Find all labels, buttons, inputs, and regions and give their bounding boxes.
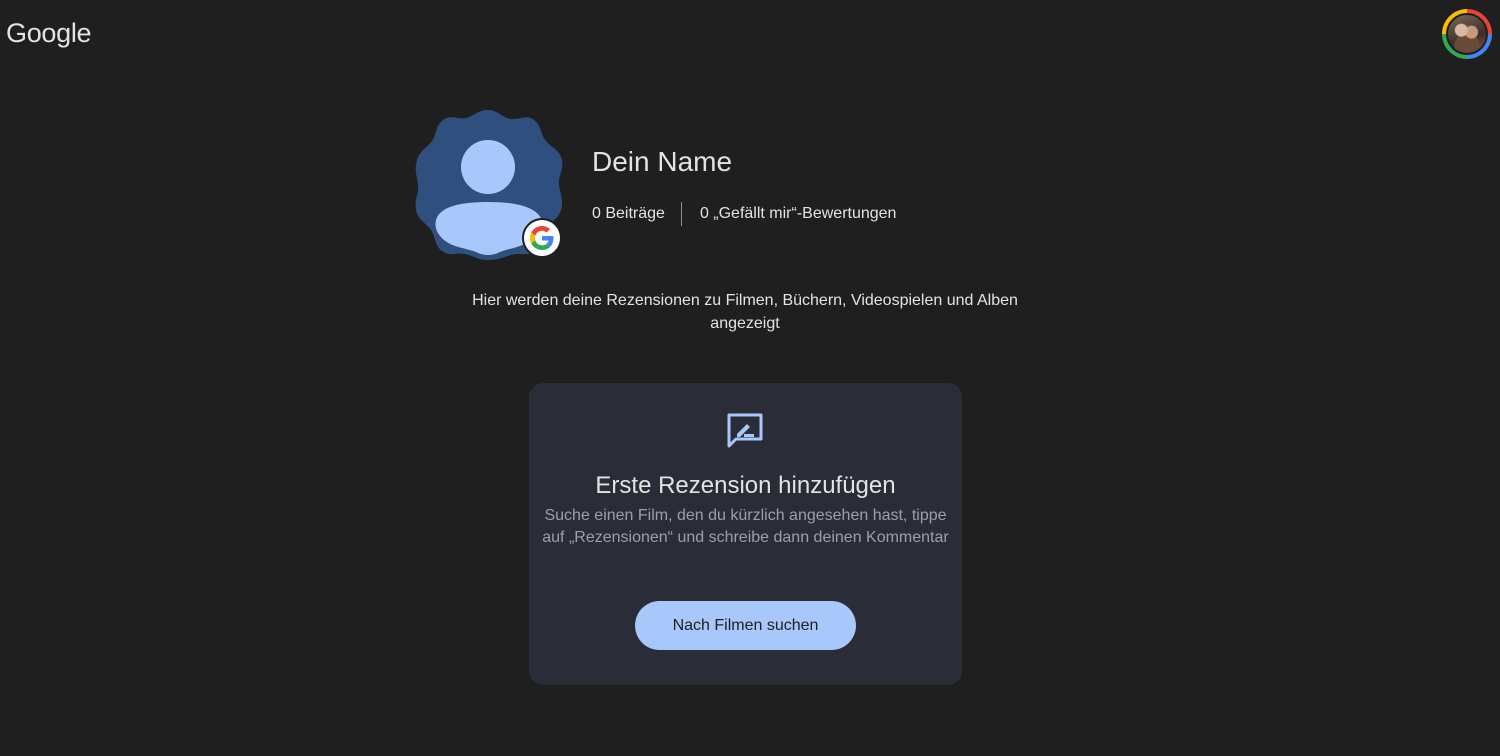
rate-review-icon xyxy=(725,411,765,451)
intro-text: Hier werden deine Rezensionen zu Filmen,… xyxy=(472,292,1018,332)
google-g-icon xyxy=(522,218,562,258)
likes-count: 0 „Gefällt mir“-Bewertungen xyxy=(699,205,897,222)
posts-count: 0 Beiträge xyxy=(592,205,665,222)
card-description: Suche einen Film, den du kürzlich angese… xyxy=(542,507,949,546)
card-title: Erste Rezension hinzufügen xyxy=(595,472,896,499)
search-movies-button[interactable]: Nach Filmen suchen xyxy=(635,601,856,650)
account-photo-icon xyxy=(1446,13,1488,55)
page: Google Dein Name 0 Beiträge 0 „Gefällt m… xyxy=(0,0,1500,756)
account-avatar-button[interactable] xyxy=(1442,9,1492,59)
profile-avatar xyxy=(414,110,564,260)
profile-name: Dein Name xyxy=(592,146,733,177)
stats-divider xyxy=(680,202,682,226)
google-logo[interactable]: Google xyxy=(6,18,92,49)
profile-stats: 0 Beiträge 0 „Gefällt mir“-Bewertungen xyxy=(592,202,897,226)
first-review-card: Erste Rezension hinzufügen Suche einen F… xyxy=(529,383,962,685)
